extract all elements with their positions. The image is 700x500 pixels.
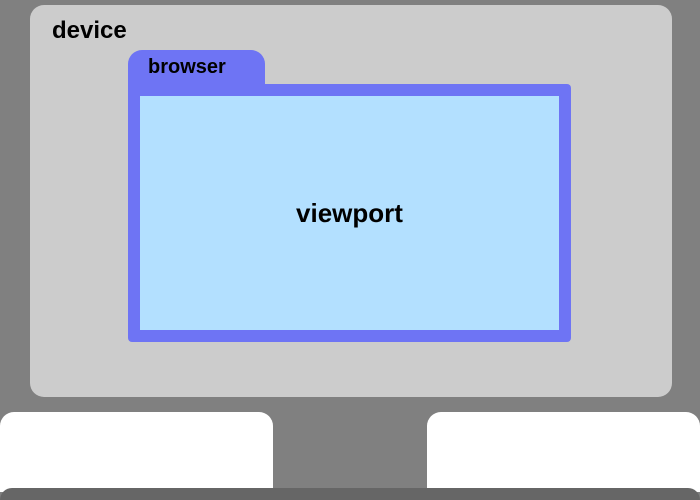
panel-left [0,412,273,492]
browser-tab: browser [128,50,265,84]
browser-frame: viewport [128,84,571,342]
device-box: device browser viewport [30,5,672,397]
viewport-label: viewport [296,198,403,229]
browser-label: browser [148,56,226,79]
device-label: device [52,17,652,45]
viewport-box: viewport [140,96,559,330]
panel-right [427,412,700,492]
bottom-bar [0,488,700,500]
browser-box: browser viewport [128,50,571,344]
